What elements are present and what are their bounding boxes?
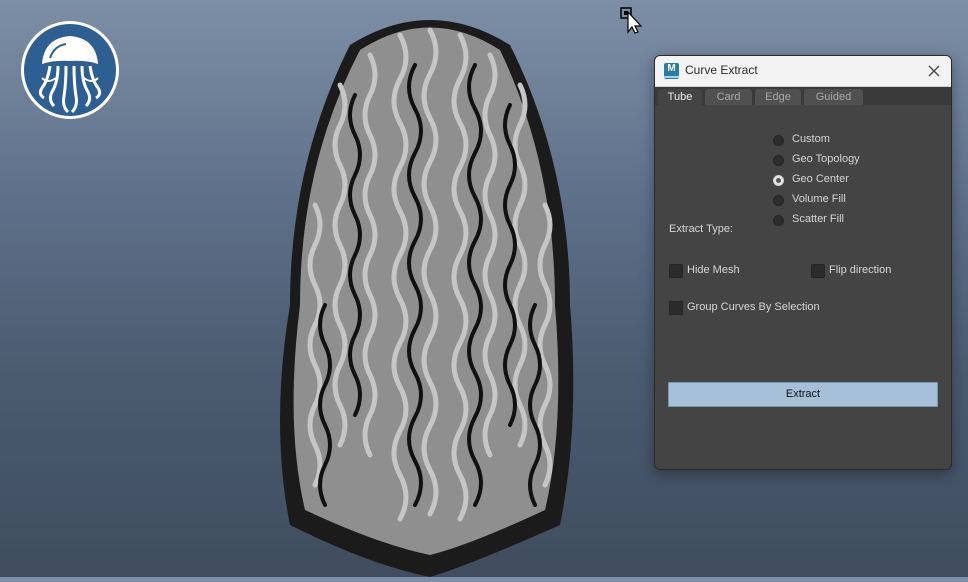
- tab-guided[interactable]: Guided: [804, 89, 863, 105]
- group-curves-checkbox[interactable]: [669, 301, 683, 315]
- tab-edge[interactable]: Edge: [755, 89, 801, 105]
- app-icon-letter: M: [667, 63, 676, 74]
- dialog-title: Curve Extract: [685, 63, 758, 77]
- extract-button[interactable]: Extract: [668, 382, 938, 407]
- radio-button[interactable]: [773, 195, 784, 206]
- tab-tube[interactable]: Tube: [658, 89, 702, 105]
- viewport[interactable]: M Curve Extract Tube Card Edge Guided Ex…: [0, 0, 968, 577]
- close-icon[interactable]: [923, 60, 945, 82]
- radio-button[interactable]: [773, 215, 784, 226]
- tab-bar: Tube Card Edge Guided: [655, 87, 951, 105]
- group-curves-label: Group Curves By Selection: [687, 301, 820, 313]
- curly-hair-mesh[interactable]: [270, 5, 590, 577]
- radio-button[interactable]: [773, 155, 784, 166]
- radio-button[interactable]: [773, 135, 784, 146]
- radio-label: Geo Topology: [792, 153, 860, 165]
- extract-type-label: Extract Type:: [669, 223, 733, 235]
- maya-app-icon: M: [664, 63, 679, 79]
- radio-label: Volume Fill: [792, 193, 846, 205]
- curve-extract-dialog: M Curve Extract Tube Card Edge Guided Ex…: [654, 55, 952, 470]
- tab-card[interactable]: Card: [705, 89, 752, 105]
- flip-direction-label: Flip direction: [829, 264, 892, 276]
- dialog-titlebar[interactable]: M Curve Extract: [655, 56, 951, 87]
- mouse-cursor-icon: [620, 6, 643, 34]
- jellyfish-logo-icon: [20, 20, 120, 120]
- radio-label: Scatter Fill: [792, 213, 844, 225]
- tube-tab-content: Extract Type: Custom Geo Topology Geo Ce…: [655, 105, 951, 469]
- hide-mesh-checkbox[interactable]: [669, 264, 683, 278]
- radio-button-selected[interactable]: [773, 175, 784, 186]
- radio-label: Geo Center: [792, 173, 849, 185]
- hide-mesh-label: Hide Mesh: [687, 264, 740, 276]
- radio-label: Custom: [792, 133, 830, 145]
- flip-direction-checkbox[interactable]: [811, 264, 825, 278]
